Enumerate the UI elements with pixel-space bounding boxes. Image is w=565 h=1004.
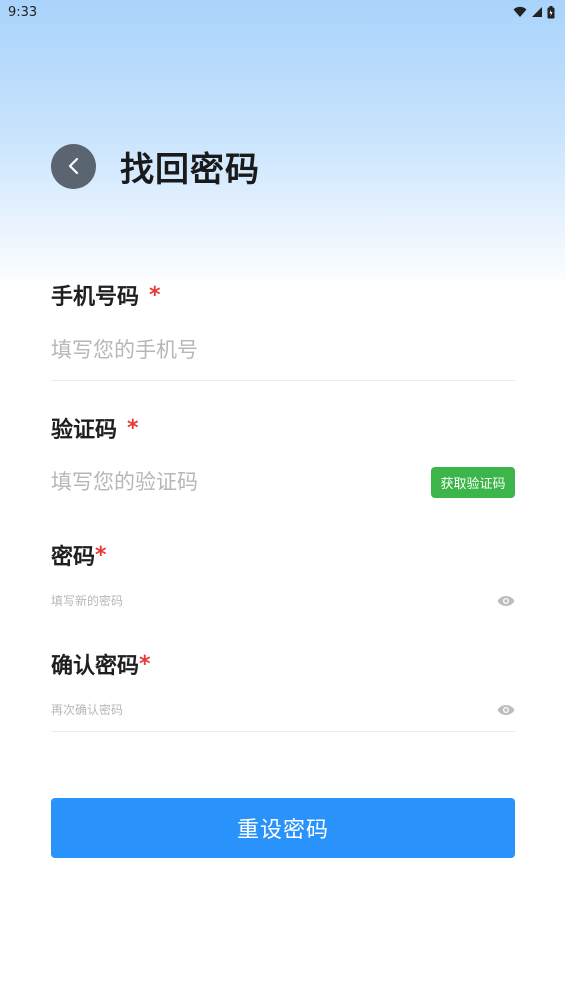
password-label: 密码 * <box>51 530 515 580</box>
phone-label-text: 手机号码 <box>51 285 140 310</box>
required-mark: * <box>149 282 161 308</box>
phone-input[interactable] <box>51 338 515 362</box>
wifi-icon <box>513 6 527 17</box>
password-label-text: 密码 <box>51 545 96 570</box>
confirm-password-label-text: 确认密码 <box>51 654 140 679</box>
page-title: 找回密码 <box>120 149 260 190</box>
confirm-password-visibility-toggle[interactable] <box>497 704 515 716</box>
required-mark: * <box>127 415 139 441</box>
password-field-group: 密码 * <box>51 530 515 622</box>
divider <box>51 731 515 732</box>
reset-password-form: 手机号码 * 验证码 * 获取验证码 密码 * <box>51 270 515 732</box>
code-label-text: 验证码 <box>51 418 118 443</box>
get-code-button[interactable]: 获取验证码 <box>431 466 515 498</box>
status-icons <box>513 5 555 19</box>
phone-input-row <box>51 320 515 380</box>
eye-icon <box>497 596 515 606</box>
phone-field-group: 手机号码 * <box>51 270 515 381</box>
back-button[interactable] <box>51 143 96 189</box>
page-header: 找回密码 <box>51 143 260 190</box>
confirm-password-label: 确认密码 * <box>51 639 515 689</box>
battery-icon <box>547 5 555 18</box>
phone-label: 手机号码 * <box>51 270 515 320</box>
confirm-password-input-row <box>51 689 515 731</box>
password-visibility-toggle[interactable] <box>497 595 515 607</box>
required-mark: * <box>139 651 151 677</box>
divider <box>51 380 515 381</box>
signal-icon <box>532 7 542 17</box>
new-password-input[interactable] <box>51 594 497 608</box>
code-field-group: 验证码 * 获取验证码 <box>51 402 515 510</box>
code-label: 验证码 * <box>51 402 515 454</box>
status-bar: 9:33 <box>0 0 565 24</box>
required-mark: * <box>95 542 107 568</box>
password-input-row <box>51 580 515 622</box>
reset-password-button[interactable]: 重设密码 <box>51 798 515 858</box>
chevron-left-icon <box>68 157 78 175</box>
eye-icon <box>497 705 515 715</box>
confirm-password-field-group: 确认密码 * <box>51 639 515 732</box>
verification-code-input[interactable] <box>51 470 431 494</box>
confirm-password-input[interactable] <box>51 703 497 717</box>
status-time: 9:33 <box>8 4 38 20</box>
code-input-row: 获取验证码 <box>51 454 515 510</box>
